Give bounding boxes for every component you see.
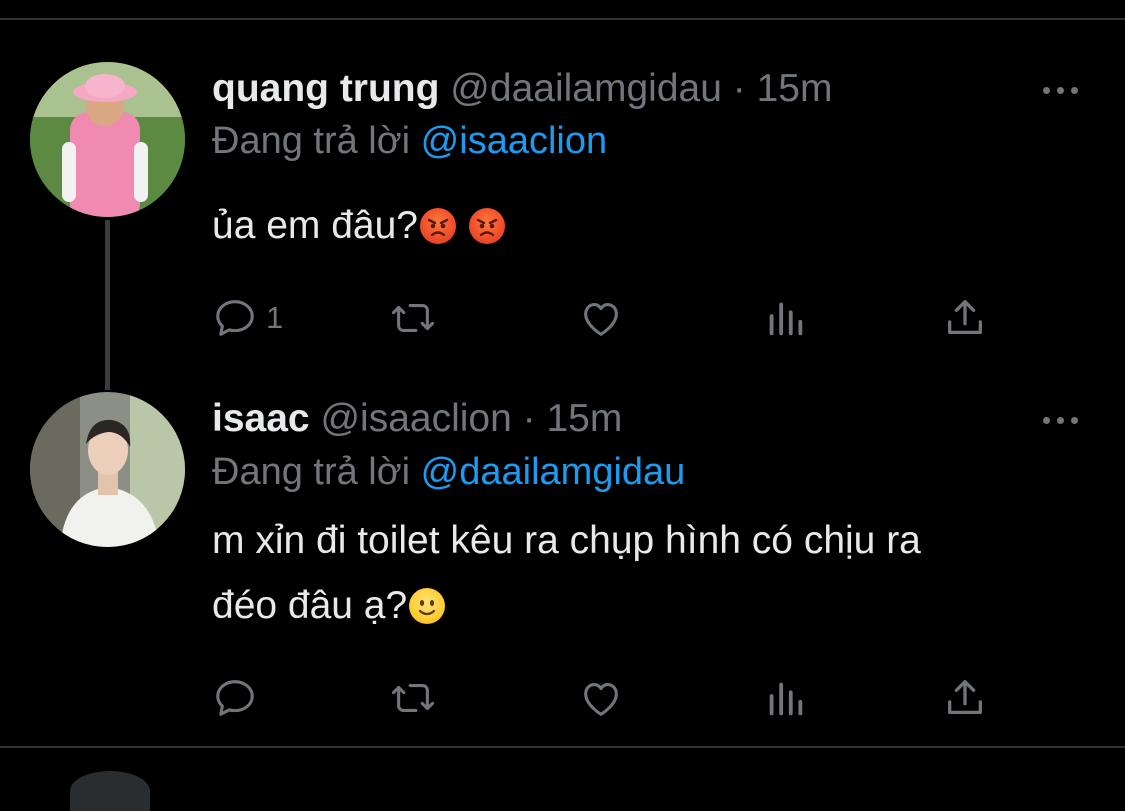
tweet-text-line-2: đéo đâu ạ?: [212, 576, 1072, 636]
timestamp[interactable]: 15m: [546, 397, 622, 440]
display-name[interactable]: quang trung: [212, 67, 439, 110]
reply-button[interactable]: 1: [212, 293, 283, 343]
tweet-actions: 1: [212, 293, 1012, 343]
top-divider: [0, 18, 1125, 20]
reply-icon: [216, 680, 254, 716]
reply-icon: [216, 300, 254, 336]
tweet-text-line: ủa em đâu?: [212, 204, 418, 247]
separator-dot: ·: [732, 67, 746, 110]
retweet-button[interactable]: [390, 673, 436, 723]
mention-link[interactable]: @isaaclion: [421, 120, 607, 162]
like-button[interactable]: [578, 293, 624, 343]
heart-icon: [584, 303, 618, 336]
replying-to: Đang trả lời @daailamgidau: [212, 449, 685, 495]
tweet-header: isaac @isaaclion · 15m: [212, 396, 622, 442]
retweet-icon: [391, 304, 435, 332]
reply-button[interactable]: [212, 673, 266, 723]
replying-to: Đang trả lời @isaaclion: [212, 118, 607, 164]
avatar-isaac[interactable]: [30, 392, 185, 547]
slightly-smiling-face-emoji: [409, 588, 446, 624]
next-tweet-avatar[interactable]: [70, 771, 150, 811]
display-name[interactable]: isaac: [212, 397, 310, 440]
avatar-quang-trung[interactable]: [30, 62, 185, 217]
tweet-header: quang trung @daailamgidau · 15m: [212, 66, 832, 112]
bottom-divider: [0, 746, 1125, 748]
retweet-button[interactable]: [390, 293, 436, 343]
timestamp[interactable]: 15m: [757, 67, 833, 110]
analytics-icon: [769, 302, 803, 336]
share-button[interactable]: [942, 673, 988, 723]
views-button[interactable]: [762, 673, 808, 723]
mention-link[interactable]: @daailamgidau: [421, 451, 686, 493]
more-options-icon[interactable]: [1043, 410, 1083, 430]
user-handle[interactable]: @daailamgidau: [450, 67, 722, 110]
share-button[interactable]: [942, 293, 988, 343]
tweet-text-line: m xỉn đi toilet kêu ra chụp hình có chịu…: [212, 519, 921, 562]
separator-dot: ·: [522, 397, 536, 440]
retweet-icon: [391, 684, 435, 712]
share-icon: [948, 300, 982, 335]
heart-icon: [584, 683, 618, 716]
like-button[interactable]: [578, 673, 624, 723]
more-options-icon[interactable]: [1043, 80, 1083, 100]
replying-to-label: Đang trả lời: [212, 451, 411, 493]
tweet-text-line: đéo đâu ạ?: [212, 584, 408, 627]
views-button[interactable]: [762, 293, 808, 343]
tweet-actions: [212, 673, 1012, 723]
reply-count: 1: [266, 300, 284, 335]
share-icon: [948, 680, 982, 715]
angry-face-emoji: [420, 208, 456, 244]
analytics-icon: [769, 682, 803, 716]
user-handle[interactable]: @isaaclion: [320, 397, 511, 440]
tweet-text: m xỉn đi toilet kêu ra chụp hình có chịu…: [212, 511, 1072, 636]
tweet-text: ủa em đâu?: [212, 196, 1072, 256]
thread-connector-line: [105, 220, 110, 390]
replying-to-label: Đang trả lời: [212, 120, 411, 162]
angry-face-emoji: [468, 208, 505, 244]
